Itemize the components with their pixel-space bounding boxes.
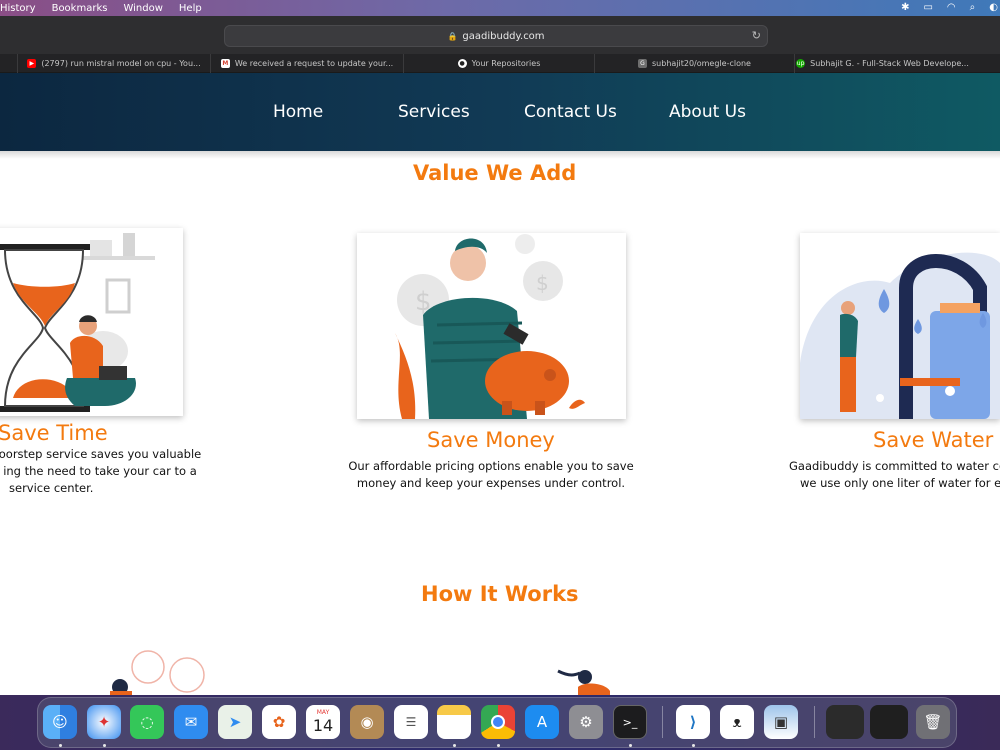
macos-menu-bar: History Bookmarks Window Help ✱ ▭ ◠ ⌕ ◐ [0,0,1000,16]
dock-separator [662,706,663,738]
photos-icon[interactable]: ✿ [262,705,296,739]
save-money-illustration: $ $ [357,233,626,419]
how-it-works-illustration-right [550,665,630,697]
save-time-description: oorstep service saves you valuable ing t… [0,446,205,497]
running-indicator [629,744,632,747]
running-indicator [59,744,62,747]
tab-label: subhajit20/omegle-clone [652,59,751,68]
address-bar[interactable]: 🔒 gaadibuddy.com ↻ [224,25,768,47]
menu-history[interactable]: History [0,3,36,14]
running-indicator [103,744,106,747]
tab-label: Subhajit G. - Full-Stack Web Develope... [810,59,969,68]
wifi-icon[interactable]: ◠ [947,0,956,16]
description-line: service center. [9,481,94,495]
tab-github[interactable]: ● Your Repositories [404,54,595,73]
finder-icon[interactable]: ☺ [43,705,77,739]
bluetooth-icon[interactable]: ✱ [901,0,909,16]
trash-icon[interactable]: 🗑 [916,705,950,739]
nav-about-us[interactable]: About Us [669,102,746,122]
github-icon: ● [457,59,467,68]
tab-gmail[interactable]: M We received a request to update your..… [211,54,404,73]
save-time-illustration [0,228,183,416]
tab-overflow[interactable] [0,54,18,73]
save-water-description: Gaadibuddy is committed to water co we u… [789,458,1000,492]
preview-icon[interactable]: ▣ [764,705,798,739]
running-indicator [497,744,500,747]
svg-text:$: $ [536,271,549,295]
site-navbar: Home Services Contact Us About Us [0,73,1000,151]
nav-home[interactable]: Home [273,102,323,122]
tab-label: (2797) run mistral model on cpu - You... [41,59,201,68]
description-line: Gaadibuddy is committed to water co [789,459,1000,473]
tab-youtube[interactable]: ▶ (2797) run mistral model on cpu - You.… [18,54,211,73]
g-icon: G [638,59,647,68]
upwork-icon: up [796,59,806,68]
url-text: gaadibuddy.com [462,30,545,42]
running-indicator [453,744,456,747]
gmail-icon: M [220,59,230,68]
menu-bar-status: ✱ ▭ ◠ ⌕ ◐ [901,0,1000,16]
youtube-icon: ▶ [27,59,37,68]
lock-icon: 🔒 [447,31,458,41]
save-water-title: Save Water [873,428,994,452]
calendar-day: 14 [312,716,334,735]
tab-bar: ▶ (2797) run mistral model on cpu - You.… [0,54,1000,73]
save-water-illustration [800,233,1000,419]
browser-toolbar: 🔒 gaadibuddy.com ↻ [0,16,1000,54]
system-settings-icon[interactable]: ⚙ [569,705,603,739]
save-money-description: Our affordable pricing options enable yo… [348,458,634,492]
description-line: oorstep service saves you valuable [0,447,202,461]
nav-contact-us[interactable]: Contact Us [524,102,617,122]
battery-icon[interactable]: ▭ [923,0,932,16]
spotlight-icon[interactable]: ⌕ [970,0,976,16]
how-it-works-illustration-left [100,645,220,697]
safari-icon[interactable]: ✦ [87,705,121,739]
tab-omegle-clone[interactable]: G subhajit20/omegle-clone [595,54,795,73]
description-line: money and keep your expenses under contr… [356,476,626,490]
description-line: Our affordable pricing options enable yo… [348,459,634,473]
tab-upwork[interactable]: up Subhajit G. - Full-Stack Web Develope… [795,54,970,73]
terminal-icon[interactable]: >_ [613,705,647,739]
control-center-icon[interactable]: ◐ [989,0,998,16]
save-money-title: Save Money [427,428,555,452]
menu-bookmarks[interactable]: Bookmarks [52,3,108,14]
description-line: ing the need to take your car to a [3,464,197,478]
calendar-icon[interactable]: MAY 14 [306,705,340,739]
menu-window[interactable]: Window [123,3,162,14]
nav-services[interactable]: Services [398,102,470,122]
save-time-title: Save Time [0,421,108,445]
reload-icon[interactable]: ↻ [752,29,761,42]
navbar-shadow [0,151,1000,159]
minimized-window-thumbnail[interactable] [826,705,864,739]
value-section-title: Value We Add [413,161,577,185]
vscode-icon[interactable]: ⟩ [676,705,710,739]
running-indicator [692,744,695,747]
dock-separator [814,706,815,738]
mail-icon[interactable]: ✉ [174,705,208,739]
minimized-window-thumbnail[interactable] [870,705,908,739]
app-store-icon[interactable]: A [525,705,559,739]
chrome-icon[interactable] [481,705,515,739]
notes-icon[interactable] [437,705,471,739]
tab-label: We received a request to update your... [234,59,394,68]
contacts-icon[interactable]: ◉ [350,705,384,739]
messages-icon[interactable]: ◌ [130,705,164,739]
maps-icon[interactable]: ➤ [218,705,252,739]
how-it-works-title: How It Works [421,582,579,606]
reminders-icon[interactable]: ☰ [394,705,428,739]
ollama-icon[interactable]: ᴥ [720,705,754,739]
description-line: we use only one liter of water for ea [800,476,1000,490]
tab-label: Your Repositories [471,59,541,68]
menu-help[interactable]: Help [179,3,202,14]
